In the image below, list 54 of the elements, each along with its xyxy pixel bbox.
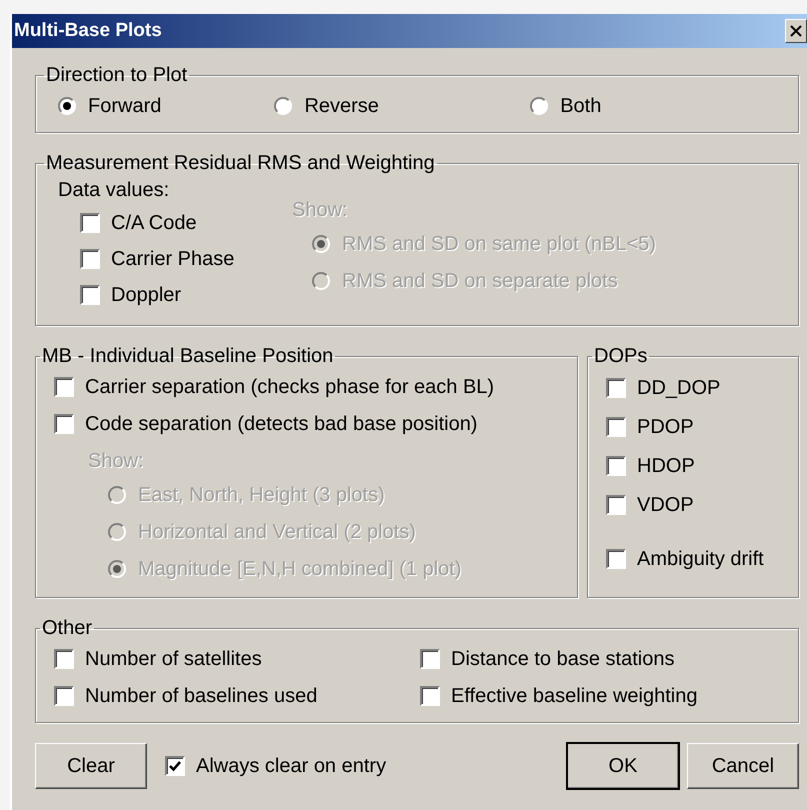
checkbox-label[interactable]: Code separation (detects bad base position) [85, 408, 478, 438]
checkbox-label[interactable]: Ambiguity drift [637, 544, 764, 574]
window-title: Multi-Base Plots [14, 18, 162, 43]
radio-button[interactable] [530, 96, 548, 114]
checkbox-label[interactable]: Effective baseline weighting [451, 680, 698, 710]
check-icon [168, 759, 182, 773]
checkbox[interactable] [420, 648, 440, 668]
checkbox[interactable] [54, 414, 74, 434]
checkbox[interactable] [54, 686, 74, 706]
checkbox[interactable] [165, 756, 185, 776]
checkbox-label[interactable]: Number of baselines used [85, 680, 318, 710]
checkbox[interactable] [80, 213, 100, 233]
radio-button[interactable] [312, 272, 330, 290]
checkbox-label[interactable]: DD_DOP [637, 372, 720, 402]
group-title: Measurement Residual RMS and Weighting [45, 151, 436, 175]
checkbox[interactable] [80, 249, 100, 269]
checkbox[interactable] [606, 456, 626, 476]
radio-button[interactable] [108, 486, 126, 504]
checkbox-label[interactable]: Always clear on entry [196, 751, 386, 781]
radio-button[interactable] [108, 560, 126, 578]
close-icon [790, 25, 802, 37]
clear-button[interactable]: Clear [35, 743, 147, 789]
group-title: Direction to Plot [45, 63, 188, 87]
radio-button[interactable] [312, 234, 330, 252]
group-title: MB - Individual Baseline Position [41, 344, 334, 368]
checkbox-label[interactable]: PDOP [637, 412, 694, 442]
checkbox[interactable] [80, 285, 100, 305]
checkbox[interactable] [54, 648, 74, 668]
checkbox-label[interactable]: Carrier Phase [111, 244, 234, 274]
radio-button[interactable] [108, 522, 126, 540]
checkbox[interactable] [606, 548, 626, 568]
checkbox-label[interactable]: VDOP [637, 490, 694, 520]
checkbox-label[interactable]: Number of satellites [85, 644, 262, 674]
group-title: DOPs [593, 344, 648, 368]
group-title: Other [41, 616, 94, 640]
checkbox-label[interactable]: Carrier separation (checks phase for each BL) [85, 372, 494, 402]
checkbox[interactable] [606, 494, 626, 514]
checkbox-label[interactable]: Distance to base stations [451, 644, 674, 674]
checkbox-label[interactable]: C/A Code [111, 208, 197, 238]
radio-label[interactable]: Both [560, 90, 602, 120]
checkbox[interactable] [54, 376, 74, 396]
dialog-button[interactable]: OK [567, 743, 679, 789]
radio-label[interactable]: Forward [88, 90, 162, 120]
radio-button[interactable] [274, 96, 292, 114]
checkbox[interactable] [606, 416, 626, 436]
close-button[interactable] [785, 19, 807, 43]
radio-label[interactable]: Reverse [304, 90, 379, 120]
dialog-button[interactable]: Cancel [687, 743, 799, 789]
checkbox[interactable] [606, 378, 626, 398]
checkbox[interactable] [420, 686, 440, 706]
section-label: Data values: [58, 178, 170, 203]
radio-button[interactable] [58, 96, 76, 114]
checkbox-label[interactable]: HDOP [637, 450, 695, 480]
checkbox-label[interactable]: Doppler [111, 280, 182, 310]
